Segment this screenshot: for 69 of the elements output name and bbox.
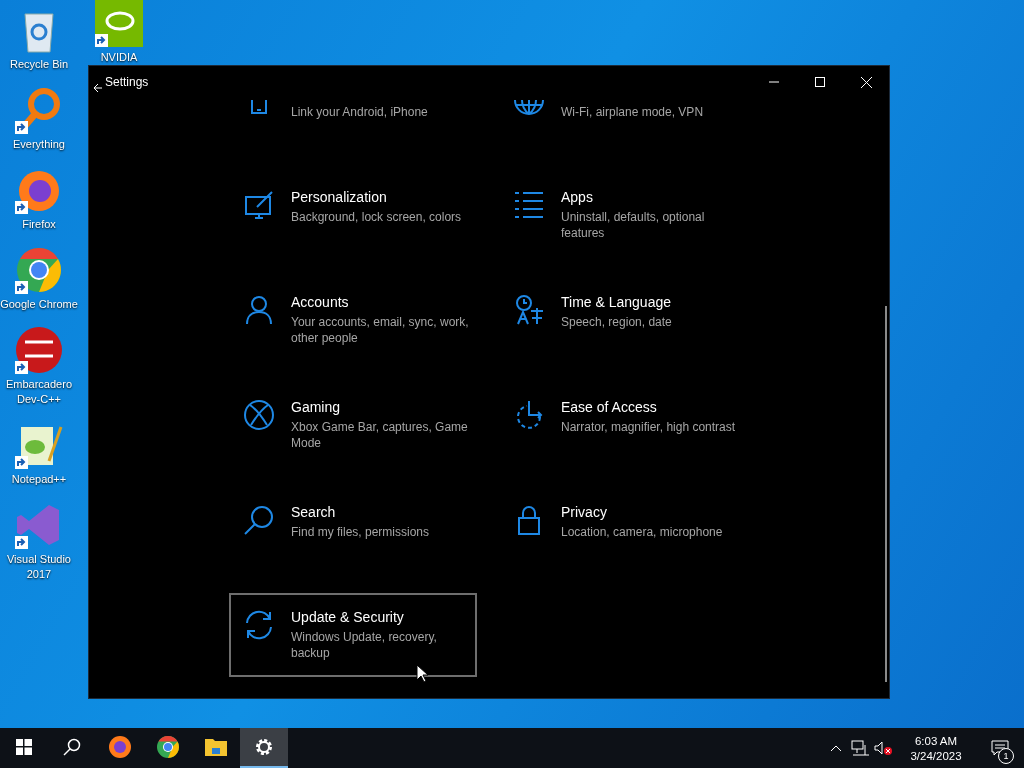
settings-category-tile[interactable]: Apps Uninstall, defaults, optional features <box>499 173 747 257</box>
settings-category-tile[interactable]: Privacy Location, camera, microphone <box>499 488 747 572</box>
window-title: Settings <box>105 75 149 89</box>
settings-category-tile[interactable]: Personalization Background, lock screen, colors <box>229 173 477 257</box>
desktop-icon-label[interactable]: Firefox <box>22 217 56 232</box>
category-title: Accounts <box>291 294 349 310</box>
settings-category-tile[interactable]: Gaming Xbox Game Bar, captures, Game Mode <box>229 383 477 467</box>
desktop-icon-label[interactable]: Visual Studio 2017 <box>0 552 78 582</box>
category-title: Apps <box>561 189 593 205</box>
category-description: Background, lock screen, colors <box>291 209 462 225</box>
category-title: Time & Language <box>561 294 671 310</box>
desktop-icon-label[interactable]: Notepad++ <box>11 472 67 487</box>
desktop-icon-label[interactable]: Recycle Bin <box>9 57 69 72</box>
person-icon <box>243 294 275 326</box>
close-icon <box>860 76 872 88</box>
globe-icon <box>513 100 545 116</box>
settings-category-tile[interactable]: Time & Language Speech, region, date <box>499 278 747 362</box>
category-description: Narrator, magnifier, high contrast <box>561 419 736 435</box>
category-description: Link your Android, iPhone <box>291 104 428 120</box>
settings-category-tile[interactable]: Search Find my files, permissions <box>229 488 477 572</box>
category-title: Update & Security <box>291 609 404 625</box>
settings-category-tile[interactable]: Update & Security Windows Update, recovery, backup <box>229 593 477 677</box>
maximize-icon <box>815 77 825 87</box>
search-icon <box>243 504 275 536</box>
category-description: Wi-Fi, airplane mode, VPN <box>561 104 704 120</box>
settings-category-tile[interactable]: Ease of Access Narrator, magnifier, high contrast <box>499 383 747 467</box>
category-description: Windows Update, recovery, backup <box>291 629 438 661</box>
sync-icon <box>243 609 275 641</box>
search-icon <box>63 738 81 756</box>
xbox-icon <box>243 399 275 431</box>
nvidia-icon <box>95 0 143 47</box>
category-description: Uninstall, defaults, optional features <box>561 209 706 241</box>
firefox-icon <box>108 735 132 759</box>
settings-category-tile[interactable]: Link your Android, iPhone <box>229 98 477 152</box>
desktop-icon-label[interactable]: Everything <box>13 137 65 152</box>
volume-muted-icon <box>874 740 894 756</box>
dev-cpp-icon <box>15 326 63 374</box>
desktop-icon-label[interactable]: Google Chrome <box>0 297 78 312</box>
category-description: Find my files, permissions <box>291 524 430 540</box>
mouse-pointer-icon <box>416 664 428 683</box>
category-description: Your accounts, email, sync, work, other people <box>291 314 470 346</box>
chrome-icon <box>156 735 180 759</box>
taskbar-button[interactable] <box>240 728 288 768</box>
settings-category-tile[interactable]: Wi-Fi, airplane mode, VPN <box>499 98 747 152</box>
desktop-icon-label[interactable]: Embarcadero Dev-C++ <box>0 377 78 407</box>
clock-language-icon <box>513 294 545 326</box>
scrollbar[interactable] <box>885 306 887 682</box>
chevron-up-icon <box>830 744 842 752</box>
notification-button[interactable]: 1 <box>976 728 1024 768</box>
category-title: Search <box>291 504 336 520</box>
back-arrow-icon[interactable] <box>93 83 103 93</box>
category-description: Xbox Game Bar, captures, Game Mode <box>291 419 469 451</box>
network-icon <box>851 740 869 756</box>
desktop-icon-label[interactable]: NVIDIA <box>100 50 138 65</box>
category-title: Gaming <box>291 399 341 415</box>
category-description: Speech, region, date <box>561 314 672 330</box>
category-title: Ease of Access <box>561 399 657 415</box>
windows-logo-icon <box>16 739 32 755</box>
paint-screen-icon <box>243 189 275 221</box>
chrome-icon <box>15 246 63 294</box>
app-list-icon <box>513 189 545 221</box>
clock[interactable]: 6:03 AM 3/24/2023 <box>896 728 976 768</box>
category-title: Personalization <box>291 189 387 205</box>
category-description: Location, camera, microphone <box>561 524 723 540</box>
settings-category-tile[interactable]: Accounts Your accounts, email, sync, work, other people <box>229 278 477 362</box>
notification-count: 1 <box>998 748 1014 764</box>
folder-icon <box>204 736 228 758</box>
settings-icon <box>254 737 274 757</box>
category-title: Privacy <box>561 504 607 520</box>
